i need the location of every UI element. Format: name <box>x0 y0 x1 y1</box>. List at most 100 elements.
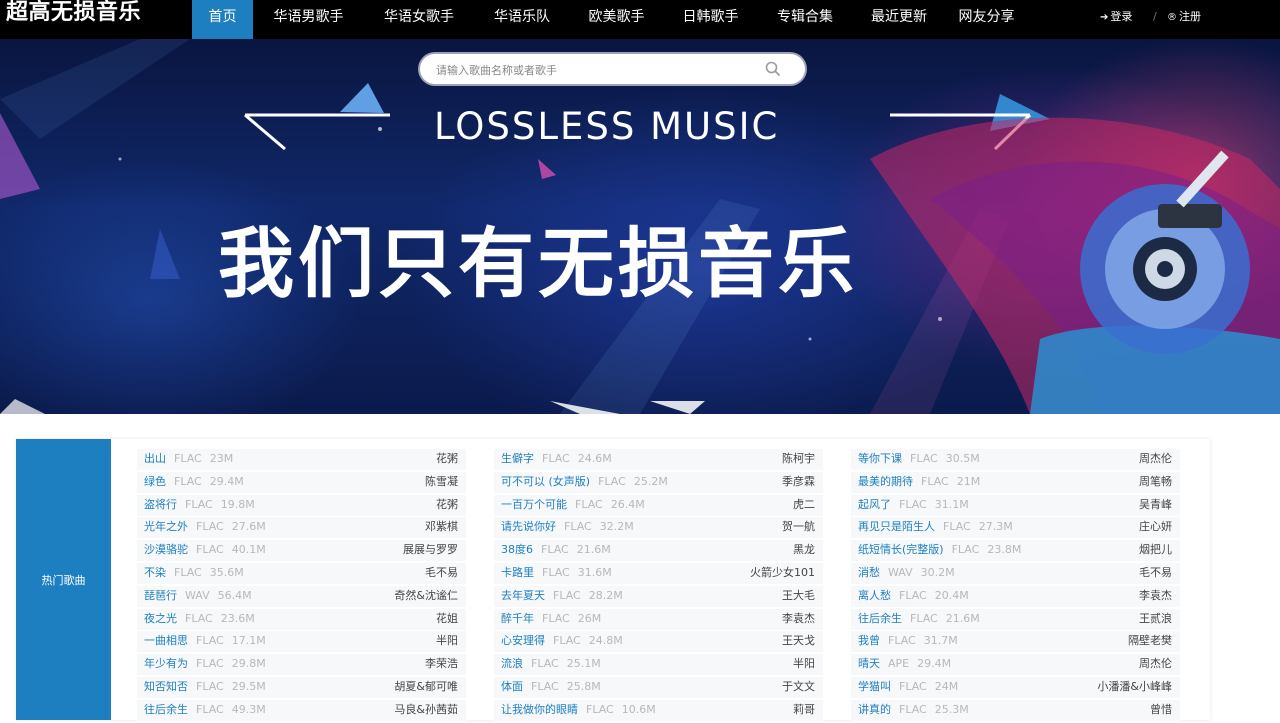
song-artist[interactable]: 李袁杰 <box>1139 586 1172 606</box>
song-format: FLAC <box>586 702 614 716</box>
song-link[interactable]: 学猫叫 FLAC 24M <box>858 677 958 697</box>
song-link[interactable]: 光年之外 FLAC 27.6M <box>144 517 266 537</box>
song-link[interactable]: 再见只是陌生人 FLAC 27.3M <box>858 517 1013 537</box>
song-title: 一百万个可能 <box>501 497 567 511</box>
nav-jpkr-singers[interactable]: 日韩歌手 <box>663 0 758 39</box>
song-artist[interactable]: 隔壁老樊 <box>1128 631 1172 651</box>
song-artist[interactable]: 莉哥 <box>793 700 815 720</box>
song-link[interactable]: 让我做你的眼睛 FLAC 10.6M <box>501 700 656 720</box>
song-link[interactable]: 夜之光 FLAC 23.6M <box>144 609 255 629</box>
song-link[interactable]: 沙漠骆驼 FLAC 40.1M <box>144 540 266 560</box>
song-size: 40.1M <box>231 543 266 557</box>
song-link[interactable]: 盗将行 FLAC 19.8M <box>144 495 255 515</box>
song-link[interactable]: 心安理得 FLAC 24.8M <box>501 631 623 651</box>
song-link[interactable]: 卡路里 FLAC 31.6M <box>501 563 612 583</box>
song-artist[interactable]: 陈柯宇 <box>782 449 815 469</box>
song-artist[interactable]: 季彦霖 <box>782 472 815 492</box>
song-link[interactable]: 最美的期待 FLAC 21M <box>858 472 980 492</box>
song-artist[interactable]: 马良&孙茜茹 <box>394 700 458 720</box>
nav-recent-updates[interactable]: 最近更新 <box>852 0 946 39</box>
song-artist[interactable]: 花粥 <box>436 449 458 469</box>
song-link[interactable]: 往后余生 FLAC 21.6M <box>858 609 980 629</box>
song-artist[interactable]: 邓紫棋 <box>425 517 458 537</box>
song-title: 流浪 <box>501 657 523 671</box>
song-artist[interactable]: 庄心妍 <box>1139 517 1172 537</box>
song-artist[interactable]: 花粥 <box>436 495 458 515</box>
song-link[interactable]: 一百万个可能 FLAC 26.4M <box>501 495 645 515</box>
song-link[interactable]: 往后余生 FLAC 49.3M <box>144 700 266 720</box>
song-link[interactable]: 知否知否 FLAC 29.5M <box>144 677 266 697</box>
song-link[interactable]: 体面 FLAC 25.8M <box>501 677 601 697</box>
nav-male-singers[interactable]: 华语男歌手 <box>253 0 364 39</box>
nav-female-singers[interactable]: 华语女歌手 <box>364 0 474 39</box>
song-link[interactable]: 醉千年 FLAC 26M <box>501 609 601 629</box>
song-artist[interactable]: 奇然&沈谧仁 <box>394 586 458 606</box>
nav-albums[interactable]: 专辑合集 <box>758 0 852 39</box>
song-title: 光年之外 <box>144 520 188 534</box>
song-artist[interactable]: 展展与罗罗 <box>403 540 458 560</box>
song-link[interactable]: 生僻字 FLAC 24.6M <box>501 449 612 469</box>
song-link[interactable]: 请先说你好 FLAC 32.2M <box>501 517 634 537</box>
song-artist[interactable]: 李荣浩 <box>425 654 458 674</box>
song-link[interactable]: 绿色 FLAC 29.4M <box>144 472 244 492</box>
song-artist[interactable]: 周杰伦 <box>1139 654 1172 674</box>
song-link[interactable]: 38度6 FLAC 21.6M <box>501 540 611 560</box>
song-link[interactable]: 可不可以 (女声版) FLAC 25.2M <box>501 472 668 492</box>
song-link[interactable]: 离人愁 FLAC 20.4M <box>858 586 969 606</box>
nav-bands[interactable]: 华语乐队 <box>474 0 570 39</box>
song-row: 一曲相思 FLAC 17.1M 半阳 <box>137 631 466 654</box>
song-artist[interactable]: 毛不易 <box>1139 563 1172 583</box>
song-artist[interactable]: 吴青峰 <box>1139 495 1172 515</box>
song-format: FLAC <box>542 452 570 465</box>
song-link[interactable]: 等你下课 FLAC 30.5M <box>858 449 980 469</box>
song-format: FLAC <box>196 543 224 557</box>
song-artist[interactable]: 毛不易 <box>425 563 458 583</box>
song-artist[interactable]: 曾惜 <box>1150 700 1172 720</box>
song-link[interactable]: 我曾 FLAC 31.7M <box>858 631 958 651</box>
song-link[interactable]: 流浪 FLAC 25.1M <box>501 654 601 674</box>
song-artist[interactable]: 王大毛 <box>782 586 815 606</box>
search-icon[interactable] <box>764 60 782 78</box>
register-link[interactable]: ® 注册 <box>1167 0 1201 39</box>
song-artist[interactable]: 贺一航 <box>782 517 815 537</box>
song-link[interactable]: 琵琶行 WAV 56.4M <box>144 586 252 606</box>
nav-western-singers[interactable]: 欧美歌手 <box>570 0 663 39</box>
song-artist[interactable]: 周杰伦 <box>1139 449 1172 469</box>
song-link[interactable]: 晴天 APE 29.4M <box>858 654 951 674</box>
song-artist[interactable]: 半阳 <box>793 654 815 674</box>
nav-user-shares[interactable]: 网友分享 <box>946 0 1027 39</box>
song-artist[interactable]: 胡夏&郁可唯 <box>394 677 458 697</box>
song-link[interactable]: 一曲相思 FLAC 17.1M <box>144 631 266 651</box>
song-row: 去年夏天 FLAC 28.2M 王大毛 <box>494 585 823 608</box>
song-row: 38度6 FLAC 21.6M 黑龙 <box>494 540 823 563</box>
song-link[interactable]: 起风了 FLAC 31.1M <box>858 495 969 515</box>
song-link[interactable]: 纸短情长(完整版) FLAC 23.8M <box>858 540 1021 560</box>
song-artist[interactable]: 李袁杰 <box>782 609 815 629</box>
song-title: 讲真的 <box>858 702 891 716</box>
song-size: 23.8M <box>987 543 1022 557</box>
site-logo[interactable]: 超高无损音乐 <box>6 0 141 26</box>
song-artist[interactable]: 虎二 <box>793 495 815 515</box>
song-link[interactable]: 出山 FLAC 23M <box>144 449 233 469</box>
song-link[interactable]: 年少有为 FLAC 29.8M <box>144 654 266 674</box>
song-format: FLAC <box>174 474 202 488</box>
song-link[interactable]: 不染 FLAC 35.6M <box>144 563 244 583</box>
song-artist[interactable]: 火箭少女101 <box>750 563 815 583</box>
song-artist[interactable]: 于文文 <box>782 677 815 697</box>
song-artist[interactable]: 黑龙 <box>793 540 815 560</box>
nav-home[interactable]: 首页 <box>192 0 253 39</box>
song-artist[interactable]: 周笔畅 <box>1139 472 1172 492</box>
song-artist[interactable]: 小潘潘&小峰峰 <box>1097 677 1172 697</box>
song-link[interactable]: 去年夏天 FLAC 28.2M <box>501 586 623 606</box>
song-link[interactable]: 消愁 WAV 30.2M <box>858 563 955 583</box>
song-artist[interactable]: 烟把儿 <box>1139 540 1172 560</box>
song-artist[interactable]: 王天戈 <box>782 631 815 651</box>
song-artist[interactable]: 花姐 <box>436 609 458 629</box>
song-size: 31.1M <box>934 497 969 511</box>
song-artist[interactable]: 陈雪凝 <box>425 472 458 492</box>
login-link[interactable]: ➔ 登录 <box>1100 0 1132 39</box>
song-artist[interactable]: 王贰浪 <box>1139 609 1172 629</box>
search-input[interactable] <box>434 54 758 86</box>
song-link[interactable]: 讲真的 FLAC 25.3M <box>858 700 969 720</box>
song-artist[interactable]: 半阳 <box>436 631 458 651</box>
